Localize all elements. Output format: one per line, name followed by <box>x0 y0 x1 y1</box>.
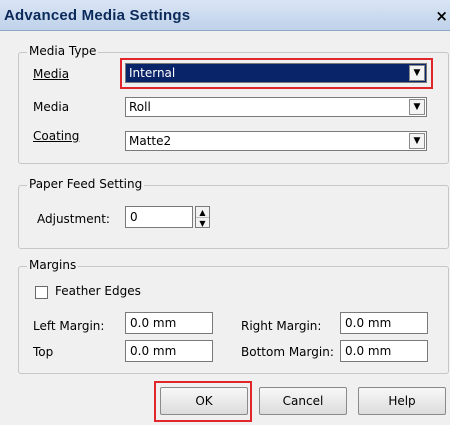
media-roll-label: Media <box>33 100 70 114</box>
bottom-margin-label: Bottom Margin: <box>241 345 334 359</box>
coating-select[interactable]: Matte2 ▼ <box>125 131 427 151</box>
media-label: Media <box>33 67 70 81</box>
media-select[interactable]: Internal ▼ <box>125 63 427 83</box>
top-margin-label: Top <box>33 345 54 359</box>
bottom-margin-input[interactable]: 0.0 mm <box>340 340 428 362</box>
top-margin-input[interactable]: 0.0 mm <box>125 340 213 362</box>
paper-feed-legend: Paper Feed Setting <box>27 177 145 191</box>
left-margin-value: 0.0 mm <box>130 316 177 330</box>
adjustment-value: 0 <box>130 210 138 224</box>
close-icon[interactable]: × <box>435 7 448 25</box>
left-margin-label: Left Margin: <box>33 319 105 333</box>
chevron-down-icon[interactable]: ▼ <box>409 65 425 81</box>
adjustment-input[interactable]: 0 <box>125 206 193 228</box>
media-type-legend: Media Type <box>27 44 99 58</box>
right-margin-value: 0.0 mm <box>345 316 392 330</box>
media-roll-select[interactable]: Roll ▼ <box>125 97 427 117</box>
spin-down-icon[interactable]: ▼ <box>196 218 209 228</box>
advanced-media-settings-dialog: Advanced Media Settings × Media Type Med… <box>0 0 450 425</box>
bottom-margin-value: 0.0 mm <box>345 344 392 358</box>
chevron-down-icon[interactable]: ▼ <box>409 99 425 115</box>
title-bar: Advanced Media Settings × <box>0 0 450 31</box>
spin-up-icon[interactable]: ▲ <box>196 207 209 218</box>
cancel-button[interactable]: Cancel <box>259 387 347 415</box>
media-roll-value: Roll <box>129 100 151 114</box>
coating-value: Matte2 <box>129 134 172 148</box>
media-select-value: Internal <box>129 66 176 80</box>
chevron-down-icon[interactable]: ▼ <box>409 133 425 149</box>
top-margin-value: 0.0 mm <box>130 344 177 358</box>
adjustment-label: Adjustment: <box>37 212 110 226</box>
right-margin-input[interactable]: 0.0 mm <box>340 312 428 334</box>
window-title: Advanced Media Settings <box>4 7 191 24</box>
right-margin-label: Right Margin: <box>241 319 322 333</box>
feather-edges-label[interactable]: Feather Edges <box>55 284 141 298</box>
adjustment-spinner[interactable]: ▲ ▼ <box>195 206 210 228</box>
coating-label: Coating <box>33 129 80 143</box>
feather-edges-checkbox[interactable] <box>35 286 48 299</box>
help-button[interactable]: Help <box>358 387 446 415</box>
ok-button[interactable]: OK <box>160 387 248 415</box>
left-margin-input[interactable]: 0.0 mm <box>125 312 213 334</box>
margins-legend: Margins <box>27 258 79 272</box>
